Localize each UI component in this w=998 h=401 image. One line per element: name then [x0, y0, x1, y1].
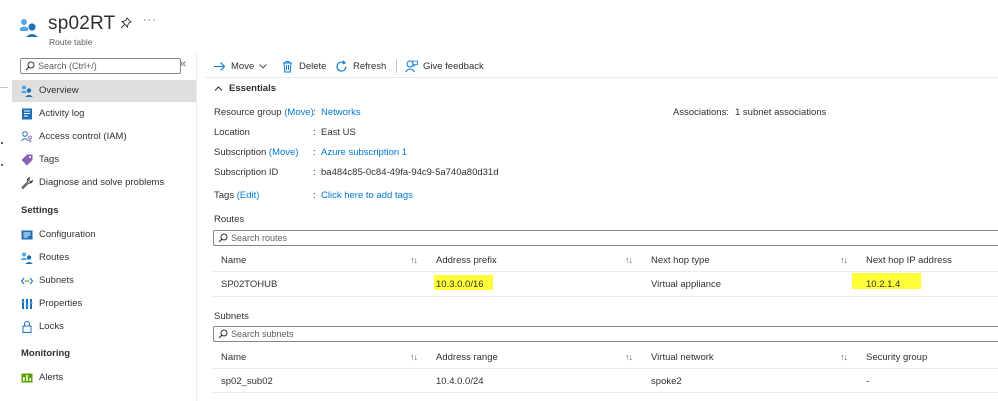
toolbar-separator: [396, 59, 397, 73]
sidebar-search-input[interactable]: Search (Ctrl+/): [20, 58, 181, 74]
page-title: sp02RT: [48, 13, 116, 34]
route-hop-type-cell: Virtual appliance: [651, 279, 722, 290]
refresh-icon: [336, 59, 347, 72]
sidebar-item-activity-log[interactable]: Activity log: [12, 103, 196, 125]
subscription-link[interactable]: Azure subscription 1: [321, 147, 407, 158]
sort-icon[interactable]: ↑↓: [840, 255, 848, 265]
alerts-icon: [21, 373, 33, 383]
row-divider: [213, 368, 998, 369]
sidebar-item-configuration[interactable]: Configuration: [12, 224, 196, 246]
search-icon: [218, 329, 228, 339]
location-value: East US: [321, 127, 356, 138]
resource-header: sp02RT Route table ···: [0, 0, 998, 50]
add-tags-link[interactable]: Click here to add tags: [321, 190, 413, 201]
location-label: Location: [214, 127, 250, 138]
associations-value: 1 subnet associations: [735, 107, 827, 118]
configuration-icon: [21, 230, 33, 240]
sort-icon[interactable]: ↑↓: [625, 255, 633, 265]
route-hop-ip-cell: 10.2.1.4: [866, 279, 901, 290]
routes-section-title: Routes: [214, 214, 245, 225]
chevron-up-icon: [214, 86, 223, 91]
subnet-vnet-cell[interactable]: spoke2: [651, 376, 682, 387]
subnet-nsg-cell: -: [866, 376, 870, 387]
associations-label: Associations: [673, 107, 727, 118]
subnet-range-cell: 10.4.0.0/24: [436, 376, 484, 387]
tags-label: Tags (Edit): [214, 190, 260, 201]
refresh-button[interactable]: Refresh: [335, 56, 386, 76]
resource-group-label: Resource group (Move): [214, 107, 314, 118]
sidebar-item-overview[interactable]: Overview: [12, 80, 196, 102]
subscription-id-label: Subscription ID: [214, 167, 279, 178]
column-header-name[interactable]: Name: [221, 255, 246, 266]
sidebar-divider: [196, 52, 197, 401]
column-header-next-hop-ip[interactable]: Next hop IP address: [866, 255, 952, 266]
sidebar-item-tags[interactable]: Tags: [12, 149, 196, 171]
column-header-next-hop-type[interactable]: Next hop type: [651, 255, 710, 266]
chevron-down-icon: [259, 64, 267, 69]
route-table-icon: [20, 19, 38, 37]
sort-icon[interactable]: ↑↓: [625, 352, 633, 362]
sidebar-item-properties[interactable]: Properties: [12, 293, 196, 315]
sort-icon[interactable]: ↑↓: [410, 352, 418, 362]
sidebar-item-subnets[interactable]: Subnets: [12, 270, 196, 292]
trash-icon: [283, 60, 292, 72]
search-routes-input[interactable]: Search routes: [213, 230, 998, 246]
subscription-id-value: ba484c85-0c84-49fa-94c9-5a740a80d31d: [321, 167, 499, 178]
edge-dot: [1, 164, 3, 166]
resource-type: Route table: [49, 37, 93, 47]
subnets-section-title: Subnets: [214, 311, 249, 322]
more-icon[interactable]: ···: [143, 14, 157, 26]
route-table-icon: [21, 85, 33, 97]
sidebar-item-diagnose[interactable]: Diagnose and solve problems: [12, 172, 196, 194]
row-divider: [213, 271, 998, 272]
route-name-cell[interactable]: SP02TOHUB: [221, 279, 277, 290]
column-header-security-group[interactable]: Security group: [866, 352, 927, 363]
edge-divider: [0, 87, 8, 88]
column-header-name[interactable]: Name: [221, 352, 246, 363]
sort-icon[interactable]: ↑↓: [410, 255, 418, 265]
pin-icon[interactable]: [120, 17, 132, 29]
subnet-name-cell[interactable]: sp02_sub02: [221, 376, 273, 387]
section-header-settings: Settings: [21, 205, 59, 216]
routes-icon: [21, 252, 33, 264]
collapse-sidebar-icon[interactable]: «: [180, 58, 186, 70]
toolbar-divider: [205, 77, 998, 78]
delete-button[interactable]: Delete: [281, 56, 326, 76]
activity-log-icon: [22, 108, 32, 120]
row-divider: [213, 296, 998, 297]
section-header-monitoring: Monitoring: [21, 348, 71, 359]
give-feedback-button[interactable]: Give feedback: [405, 56, 484, 76]
sidebar: Search (Ctrl+/) « Overview Activity log …: [12, 52, 196, 401]
sidebar-item-alerts[interactable]: Alerts: [12, 367, 196, 389]
search-icon: [25, 61, 35, 71]
tag-icon: [21, 154, 33, 166]
column-header-address-prefix[interactable]: Address prefix: [436, 255, 497, 266]
wrench-icon: [21, 177, 33, 189]
subnets-icon: [21, 277, 33, 285]
feedback-icon: [405, 60, 418, 72]
edge-dot: [1, 142, 3, 144]
iam-icon: [21, 131, 32, 143]
sidebar-item-access-control[interactable]: Access control (IAM): [12, 126, 196, 148]
subscription-move-link[interactable]: (Move): [269, 147, 299, 158]
row-divider: [213, 392, 998, 393]
column-header-address-range[interactable]: Address range: [436, 352, 498, 363]
resource-group-move-link[interactable]: (Move): [284, 107, 314, 118]
route-prefix-cell: 10.3.0.0/16: [436, 279, 484, 290]
resource-group-link[interactable]: Networks: [321, 107, 361, 118]
sort-icon[interactable]: ↑↓: [840, 352, 848, 362]
tags-edit-link[interactable]: (Edit): [237, 190, 260, 201]
subscription-label: Subscription (Move): [214, 147, 299, 158]
essentials-toggle[interactable]: Essentials: [214, 83, 276, 94]
command-bar: Move Delete Refresh Give feedback: [213, 56, 998, 76]
sidebar-item-locks[interactable]: Locks: [12, 316, 196, 338]
lock-icon: [22, 321, 32, 333]
move-button[interactable]: Move: [213, 56, 268, 76]
search-icon: [218, 233, 228, 243]
arrow-right-icon: [214, 61, 226, 71]
search-subnets-input[interactable]: Search subnets: [213, 326, 998, 342]
sidebar-item-routes[interactable]: Routes: [12, 247, 196, 269]
properties-icon: [21, 299, 33, 309]
column-header-virtual-network[interactable]: Virtual network: [651, 352, 714, 363]
